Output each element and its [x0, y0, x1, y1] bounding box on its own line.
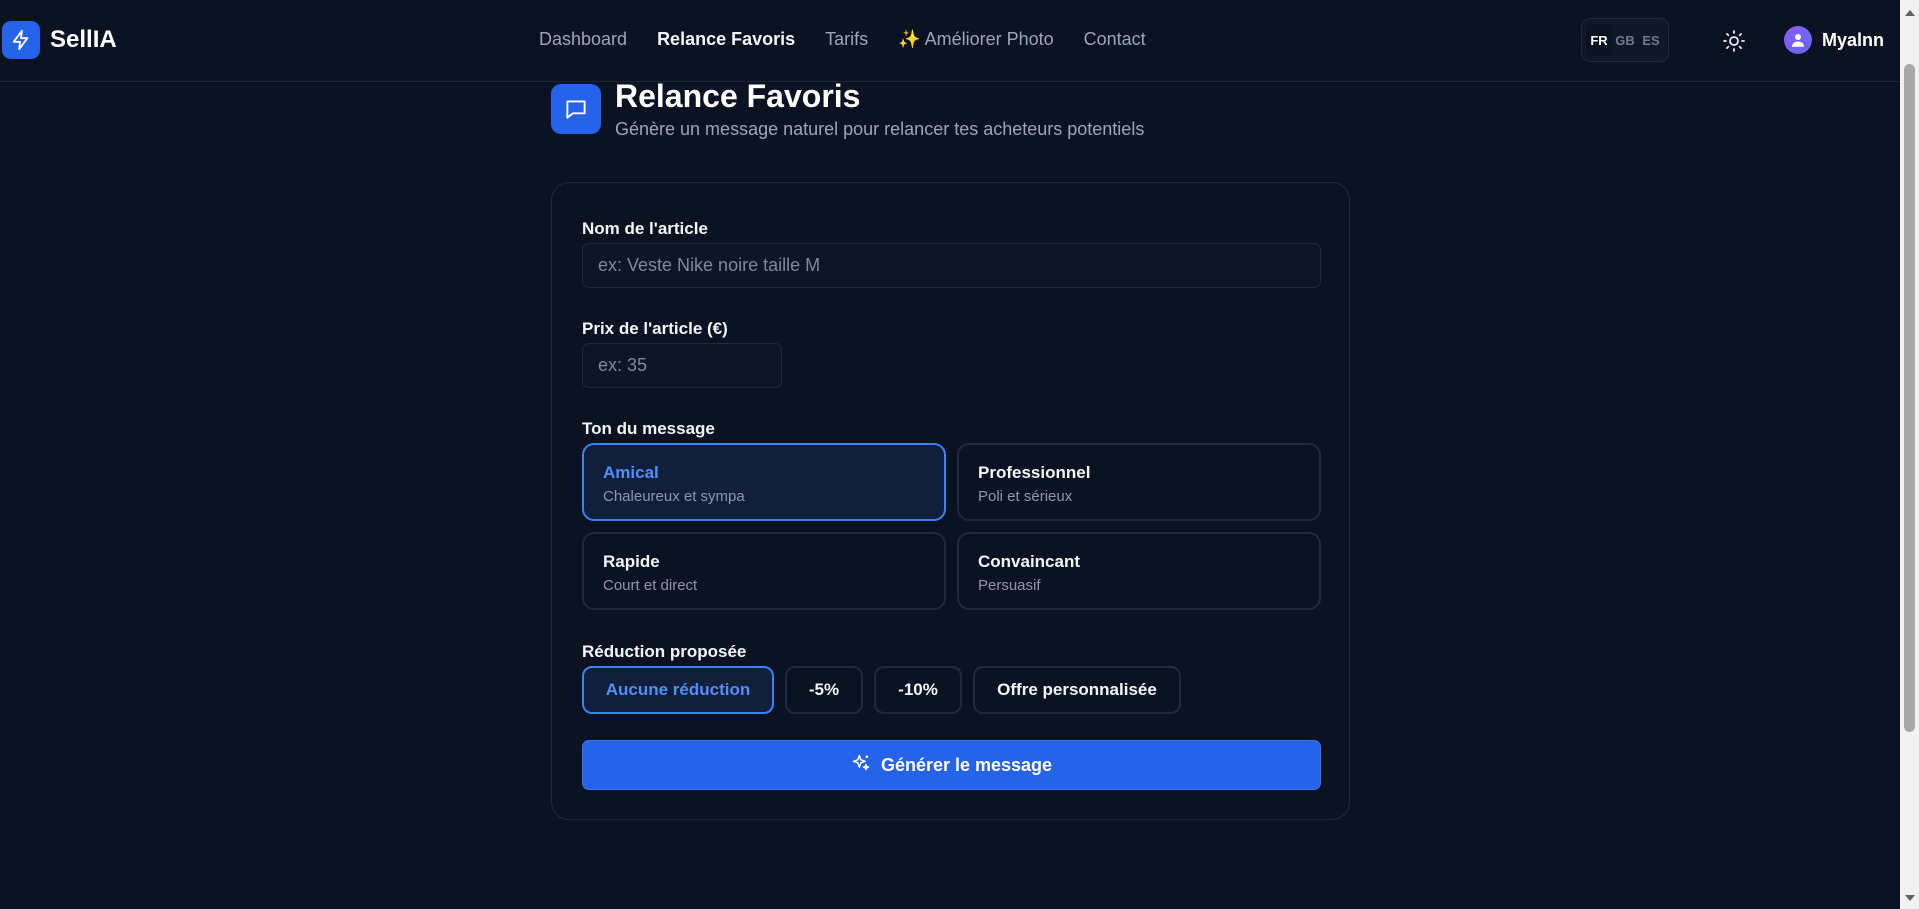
user-menu[interactable]: Myalnn [1784, 26, 1884, 54]
article-price-input[interactable] [582, 343, 782, 388]
tone-option-professionnel[interactable]: Professionnel Poli et sérieux [957, 443, 1321, 521]
tone-option-convaincant[interactable]: Convaincant Persuasif [957, 532, 1321, 610]
nav-item-contact[interactable]: Contact [1084, 29, 1146, 50]
tone-option-desc: Court et direct [603, 577, 698, 594]
article-price-label: Prix de l'article (€) [582, 319, 728, 338]
language-switcher: FR GB ES [1581, 18, 1669, 62]
page-scrollbar[interactable] [1900, 0, 1919, 909]
article-name-input[interactable] [582, 243, 1321, 288]
lang-fr-button[interactable]: FR [1586, 24, 1612, 56]
page-subtitle: Génère un message naturel pour relancer … [615, 119, 1145, 139]
brand-name: SellIA [50, 26, 117, 53]
lang-es-button[interactable]: ES [1638, 24, 1664, 56]
tone-option-title: Professionnel [978, 463, 1091, 482]
tone-option-desc: Chaleureux et sympa [603, 488, 745, 505]
tone-option-desc: Poli et sérieux [978, 488, 1073, 505]
lang-gb-button[interactable]: GB [1612, 24, 1638, 56]
tone-option-desc: Persuasif [978, 577, 1041, 594]
generate-message-label: Générer le message [880, 754, 1053, 775]
scroll-thumb[interactable] [1904, 64, 1915, 732]
nav-item-tarifs[interactable]: Tarifs [825, 29, 868, 50]
discount-option-none[interactable]: Aucune réduction [582, 666, 774, 714]
sparkles-icon [851, 753, 871, 778]
tone-option-amical[interactable]: Amical Chaleureux et sympa [582, 443, 946, 521]
tone-option-rapide[interactable]: Rapide Court et direct [582, 532, 946, 610]
tone-option-title: Amical [603, 463, 659, 482]
lightning-icon [2, 21, 40, 59]
tone-label: Ton du message [582, 419, 715, 438]
discount-option-custom[interactable]: Offre personnalisée [973, 666, 1181, 714]
scroll-up-arrow-icon[interactable] [1905, 10, 1915, 16]
user-name: Myalnn [1822, 29, 1885, 50]
discount-label: Réduction proposée [582, 642, 747, 661]
tone-option-title: Convaincant [978, 552, 1081, 571]
nav-item-ameliorer-photo[interactable]: ✨ Améliorer Photo [898, 29, 1053, 50]
sun-icon[interactable] [1722, 29, 1746, 53]
nav-item-dashboard[interactable]: Dashboard [539, 29, 627, 50]
top-navbar: SellIA Dashboard Relance Favoris Tarifs … [0, 0, 1900, 82]
brand-logo[interactable]: SellIA [2, 21, 117, 59]
nav-item-relance-favoris[interactable]: Relance Favoris [657, 29, 795, 50]
page-title: Relance Favoris [615, 78, 861, 114]
discount-option-5[interactable]: -5% [785, 666, 863, 714]
generate-message-button[interactable]: Générer le message [582, 740, 1321, 790]
avatar [1784, 26, 1812, 54]
scroll-down-arrow-icon[interactable] [1905, 895, 1915, 901]
message-icon [551, 84, 601, 134]
discount-option-10[interactable]: -10% [874, 666, 962, 714]
main-nav: Dashboard Relance Favoris Tarifs ✨ Améli… [539, 29, 1146, 50]
tone-option-title: Rapide [603, 552, 660, 571]
article-name-label: Nom de l'article [582, 219, 708, 238]
